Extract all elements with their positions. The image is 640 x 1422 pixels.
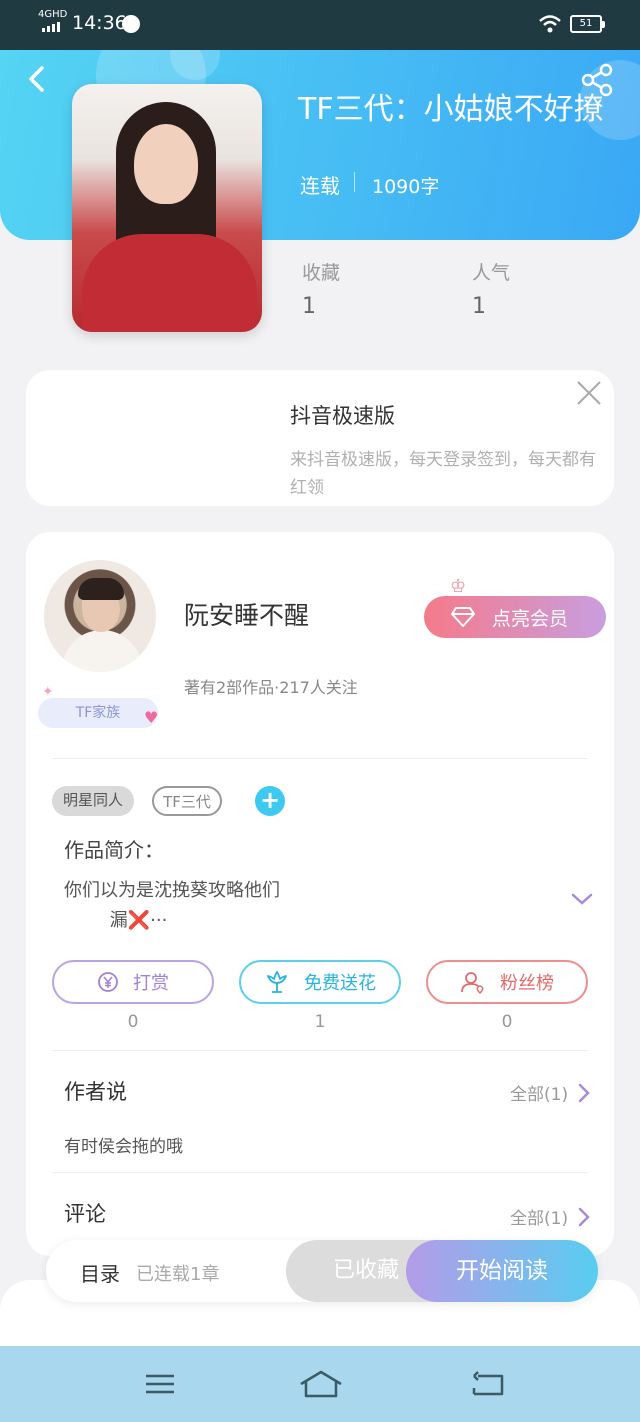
- reward-button[interactable]: 打赏: [52, 960, 214, 1004]
- author-meta: 著有2部作品·217人关注: [184, 678, 358, 697]
- family-badge[interactable]: TF家族: [38, 698, 158, 728]
- send-flower-button[interactable]: 免费送花: [239, 960, 401, 1004]
- fans-ranking-button[interactable]: 粉丝榜: [426, 960, 588, 1004]
- reward-count: 0: [127, 1012, 139, 1032]
- network-type: 4GHD: [38, 9, 68, 20]
- intro-text: 你们以为是沈挽葵攻略他们 漏❌···: [64, 880, 280, 931]
- vip-button-label: 点亮会员: [492, 607, 569, 630]
- wifi-icon: [539, 15, 561, 33]
- heart-icon: ♥: [144, 708, 159, 727]
- battery-icon: 51: [570, 15, 605, 33]
- chapter-status[interactable]: 已连载1章: [136, 1260, 219, 1286]
- start-reading-button[interactable]: 开始阅读: [406, 1240, 598, 1302]
- signal-icon: [42, 22, 60, 32]
- ad-title: 抖音极速版: [290, 404, 395, 428]
- stat-value-popularity: 1: [472, 294, 486, 319]
- system-nav-bar: [0, 1346, 640, 1422]
- author-name[interactable]: 阮安睡不醒: [184, 596, 309, 632]
- comments-more[interactable]: 全部(1): [510, 1204, 590, 1229]
- divider: [52, 758, 588, 759]
- author-says-more[interactable]: 全部(1): [510, 1080, 590, 1105]
- stat-label-popularity: 人气: [472, 262, 511, 284]
- book-status: 连载: [300, 174, 340, 198]
- vip-button[interactable]: 点亮会员: [424, 596, 606, 638]
- home-icon[interactable]: [298, 1368, 344, 1400]
- status-bar: 4GHD 14:36 51: [0, 0, 640, 50]
- intro-label: 作品简介：: [64, 838, 164, 862]
- book-cover[interactable]: [72, 84, 262, 332]
- reward-label: 打赏: [133, 973, 169, 994]
- chevron-down-icon[interactable]: [571, 892, 593, 906]
- clock: 14:36: [72, 12, 127, 34]
- crown-icon: ♔: [450, 576, 467, 597]
- yen-icon: [98, 972, 118, 992]
- cover-art: [82, 234, 257, 332]
- tag-series[interactable]: TF三代: [152, 786, 222, 816]
- cover-art: [134, 124, 198, 204]
- divider: [354, 172, 355, 192]
- fans-count: 0: [501, 1012, 513, 1032]
- avatar-art: [78, 578, 124, 600]
- diamond-icon: [451, 607, 475, 627]
- ad-banner[interactable]: 抖音极速版 来抖音极速版，每天登录签到，每天都有红领: [26, 370, 614, 506]
- avatar-art: [62, 630, 142, 672]
- send-flower-label: 免费送花: [304, 973, 376, 994]
- comments-title: 评论: [64, 1202, 106, 1226]
- stat-value-favorites: 1: [302, 294, 316, 319]
- stat-label-favorites: 收藏: [302, 262, 341, 284]
- divider: [52, 1172, 588, 1173]
- fans-icon: [461, 972, 484, 994]
- toc-button[interactable]: 目录: [80, 1258, 120, 1287]
- flower-icon: [267, 971, 287, 993]
- chevron-right-icon: [578, 1083, 590, 1102]
- menu-icon[interactable]: [140, 1368, 180, 1400]
- globe-icon: [122, 15, 140, 33]
- close-icon[interactable]: [574, 378, 604, 408]
- flower-count: 1: [314, 1012, 326, 1032]
- reading-action-bar: 目录 已连载1章 已收藏 开始阅读: [46, 1240, 598, 1302]
- author-says-more-label: 全部(1): [510, 1085, 569, 1105]
- author-avatar[interactable]: [44, 560, 156, 672]
- return-icon[interactable]: [468, 1368, 508, 1400]
- ad-description: 来抖音极速版，每天登录签到，每天都有红领: [290, 450, 596, 498]
- chevron-right-icon: [578, 1207, 590, 1226]
- divider: [52, 1050, 588, 1051]
- book-detail-card: ✦ TF家族 ♥ 阮安睡不醒 著有2部作品·217人关注 ♔ 点亮会员 明星同人…: [26, 532, 614, 1256]
- add-tag-button[interactable]: +: [255, 786, 285, 816]
- fans-ranking-label: 粉丝榜: [500, 973, 554, 994]
- author-says-content: 有时侯会拖的哦: [64, 1137, 183, 1157]
- word-count: 1090字: [372, 176, 440, 198]
- tag-genre[interactable]: 明星同人: [52, 786, 134, 816]
- comments-more-label: 全部(1): [510, 1209, 569, 1229]
- book-title: TF三代：小姑娘不好撩: [298, 92, 604, 127]
- back-icon[interactable]: [22, 62, 52, 96]
- author-says-title: 作者说: [64, 1080, 127, 1104]
